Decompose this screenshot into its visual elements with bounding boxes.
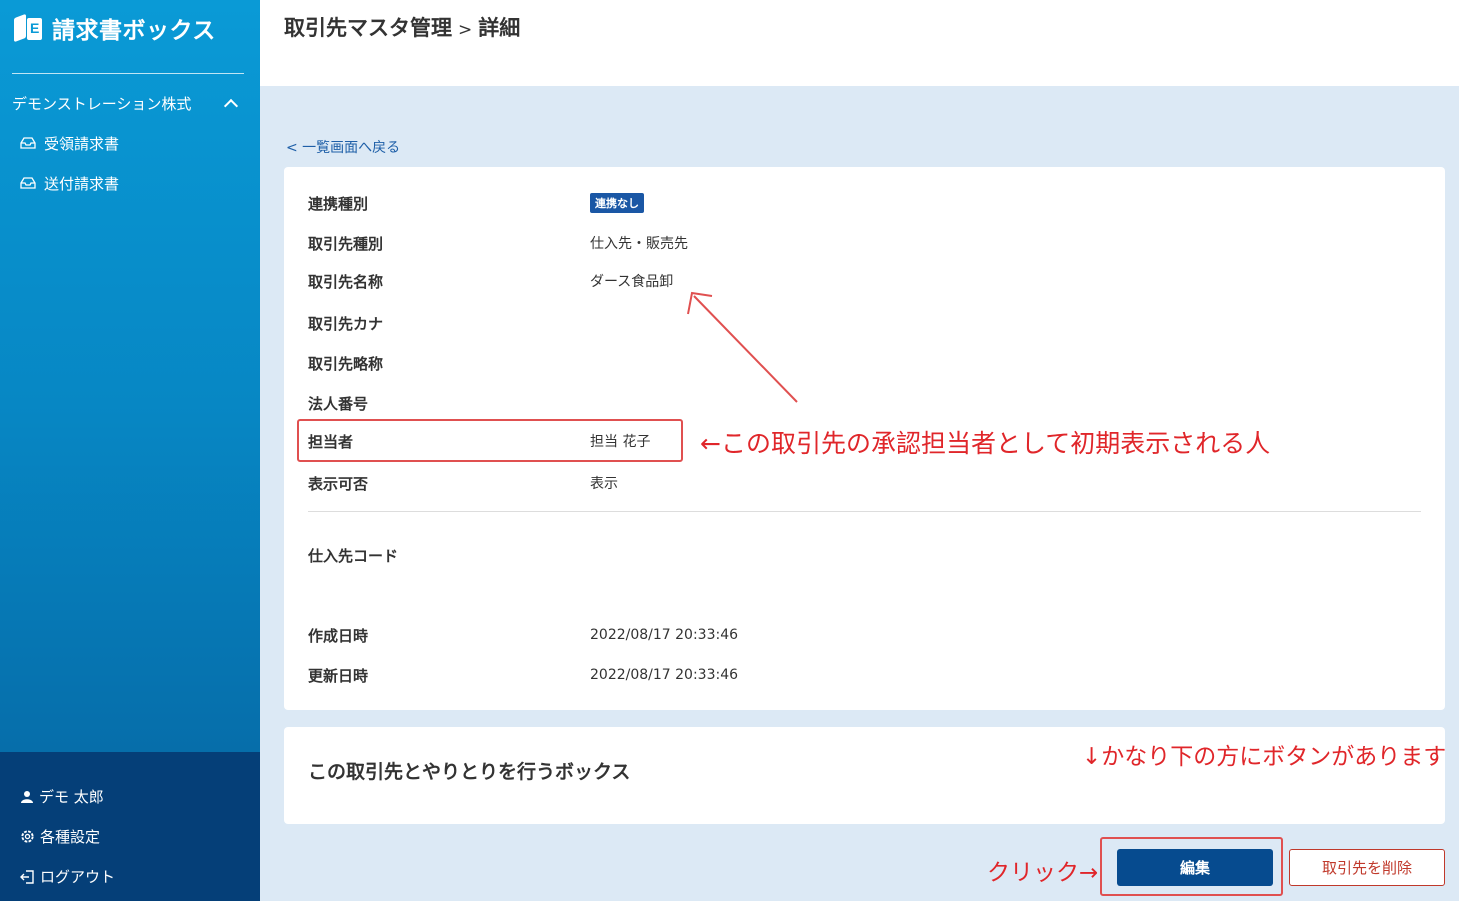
annotation-button-note: ↓かなり下の方にボタンがあります bbox=[1082, 744, 1447, 770]
annotation-highlight-edit bbox=[1100, 837, 1283, 896]
annotation-click-note: クリック→ bbox=[987, 860, 1099, 886]
